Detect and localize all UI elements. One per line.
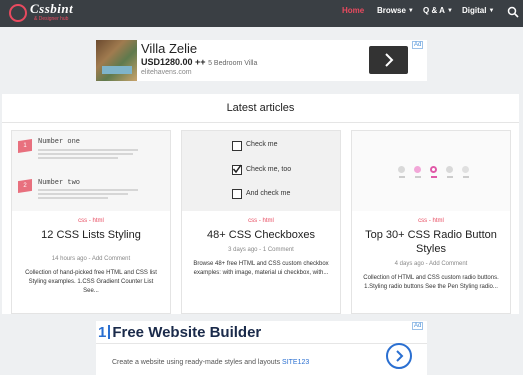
article-thumbnail: Check me Check me, too And check me (182, 131, 340, 211)
article-title[interactable]: 48+ CSS Checkboxes (186, 228, 336, 242)
ad-headline: 1 Free Website Builder (98, 324, 261, 341)
ad-badge[interactable]: Ad (412, 322, 424, 330)
ad-headline-number: 1 (98, 324, 107, 341)
placeholder-line (415, 176, 421, 178)
nav-browse[interactable]: Browse ▼ (377, 6, 414, 15)
ad-divider (96, 343, 427, 344)
top-header: Cssbint & Designer hub Home Browse ▼ Q & … (0, 0, 523, 27)
section-title: Latest articles (226, 102, 295, 114)
article-title[interactable]: Top 30+ CSS Radio Button Styles (356, 228, 506, 256)
nav-digital[interactable]: Digital ▼ (462, 6, 494, 15)
article-meta: 4 days ago - Add Comment (394, 261, 468, 267)
ad-text: Create a website using ready-made styles… (112, 359, 309, 366)
article-card[interactable]: css - html Top 30+ CSS Radio Button Styl… (351, 130, 511, 314)
placeholder-line (431, 176, 437, 178)
article-card[interactable]: Check me Check me, too And check me css … (181, 130, 341, 314)
radio-icon (414, 166, 421, 173)
ad-banner-top[interactable]: Villa Zelie USD1280.00 ++ 5 Bedroom Vill… (96, 40, 427, 81)
chevron-down-icon: ▼ (407, 8, 414, 14)
placeholder-line (38, 153, 133, 155)
ad-text-highlight: SITE123 (282, 359, 310, 366)
chevron-down-icon: ▼ (488, 8, 495, 14)
placeholder-line (38, 157, 118, 159)
ad-next-button[interactable] (369, 46, 408, 74)
search-icon[interactable] (507, 6, 519, 18)
placeholder-line (38, 149, 138, 151)
radio-icon (446, 166, 453, 173)
radio-icon (462, 166, 469, 173)
chevron-right-icon (396, 350, 404, 362)
ad-headline-text: Free Website Builder (112, 324, 262, 341)
checkbox-icon (232, 189, 242, 199)
placeholder-line (38, 197, 108, 199)
radio-icon (398, 166, 405, 173)
list-number-badge: 1 (18, 139, 32, 153)
ad-price: USD1280.00 ++ 5 Bedroom Villa (141, 57, 257, 67)
article-thumbnail (352, 131, 510, 211)
article-meta: 14 hours ago - Add Comment (51, 256, 131, 262)
checkbox-checked-icon (232, 164, 242, 175)
radio-selected-icon (430, 166, 437, 173)
ad-headline-bar (108, 325, 111, 339)
ad-text-body: Create a website using ready-made styles… (112, 359, 281, 366)
ad-price-value: USD1280.00 ++ (141, 57, 206, 67)
article-description: Browse 48+ free HTML and CSS custom chec… (193, 261, 329, 276)
section-divider (2, 122, 519, 123)
nav-digital-label: Digital (462, 6, 487, 15)
nav-home[interactable]: Home (342, 6, 364, 15)
placeholder-line (38, 193, 128, 195)
list-number-badge: 2 (18, 179, 32, 193)
article-category[interactable]: css - html (352, 218, 510, 224)
ad-banner-bottom[interactable]: 1 Free Website Builder Create a website u… (96, 321, 427, 375)
logo-text: Cssbint (30, 1, 74, 16)
logo-tagline: & Designer hub (34, 16, 69, 22)
checkbox-label: Check me, too (246, 166, 292, 173)
nav-home-label: Home (342, 6, 365, 15)
ad-villa-image (96, 40, 137, 81)
list-item-label: Number two (38, 179, 81, 187)
placeholder-line (463, 176, 469, 178)
nav-qa-label: Q & A (423, 6, 445, 15)
article-thumbnail: 1 Number one 2 Number two (12, 131, 170, 211)
site-logo[interactable]: Cssbint & Designer hub (6, 1, 74, 25)
list-item-label: Number one (38, 138, 81, 146)
ad-title: Villa Zelie (141, 41, 198, 56)
chevron-right-icon (385, 53, 394, 67)
checkbox-label: Check me (246, 141, 278, 148)
nav-qa[interactable]: Q & A ▼ (423, 6, 453, 15)
ad-url: elitehavens.com (141, 69, 192, 76)
article-meta: 3 days ago - 1 Comment (228, 247, 294, 253)
ad-detail: 5 Bedroom Villa (208, 60, 258, 67)
article-card[interactable]: 1 Number one 2 Number two css - html 12 … (11, 130, 171, 314)
article-category[interactable]: css - html (182, 218, 340, 224)
ad-next-button[interactable] (386, 343, 412, 369)
ad-badge[interactable]: Ad (412, 41, 424, 49)
article-category[interactable]: css - html (12, 218, 170, 224)
placeholder-line (399, 176, 405, 178)
nav-browse-label: Browse (377, 6, 406, 15)
chevron-down-icon: ▼ (446, 8, 453, 14)
logo-mark-icon (9, 4, 27, 22)
checkbox-label: And check me (246, 190, 291, 197)
placeholder-line (447, 176, 453, 178)
checkbox-icon (232, 141, 242, 151)
article-title[interactable]: 12 CSS Lists Styling (16, 228, 166, 242)
article-description: Collection of hand-picked free HTML and … (25, 270, 157, 294)
placeholder-line (38, 189, 138, 191)
article-description: Collection of HTML and CSS custom radio … (363, 275, 499, 290)
